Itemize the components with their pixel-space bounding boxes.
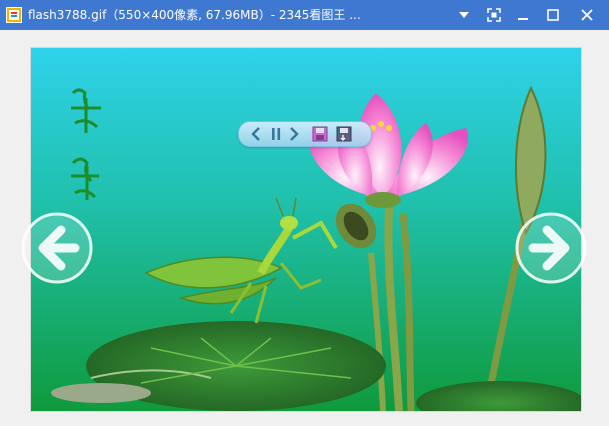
title-bar[interactable]: flash3788.gif（550×400像素, 67.96MB）- 2345看… — [0, 0, 609, 30]
maximize-icon — [547, 9, 559, 21]
gif-frame-toolbar[interactable] — [238, 121, 372, 147]
next-frame-button[interactable] — [285, 124, 303, 144]
pause-button[interactable] — [267, 124, 285, 144]
image-viewer[interactable] — [0, 30, 609, 426]
maximize-button[interactable] — [540, 3, 566, 27]
pause-icon — [272, 128, 281, 140]
save-all-frames-icon — [336, 126, 352, 142]
save-frame-icon — [312, 126, 328, 142]
prev-frame-icon — [251, 127, 260, 141]
minimize-icon — [518, 18, 528, 20]
save-all-frames-button[interactable] — [335, 124, 353, 144]
prev-image-arrow-icon — [21, 212, 93, 284]
close-button[interactable] — [574, 3, 600, 27]
prev-frame-button[interactable] — [247, 124, 265, 144]
save-frame-button[interactable] — [311, 124, 329, 144]
prev-image-button[interactable] — [21, 212, 93, 284]
dropdown-button[interactable] — [451, 3, 477, 27]
app-logo-icon — [6, 7, 22, 23]
window-title: flash3788.gif（550×400像素, 67.96MB）- 2345看… — [28, 8, 361, 22]
next-frame-icon — [290, 127, 299, 141]
minimize-button[interactable] — [510, 3, 536, 27]
fullscreen-button[interactable] — [481, 3, 507, 27]
dropdown-icon — [459, 12, 469, 18]
next-image-button[interactable] — [515, 212, 587, 284]
close-icon — [581, 9, 593, 21]
next-image-arrow-icon — [515, 212, 587, 284]
gif-image[interactable] — [30, 47, 582, 412]
fullscreen-icon — [487, 8, 501, 22]
mantis-lotus-illustration — [31, 48, 581, 411]
